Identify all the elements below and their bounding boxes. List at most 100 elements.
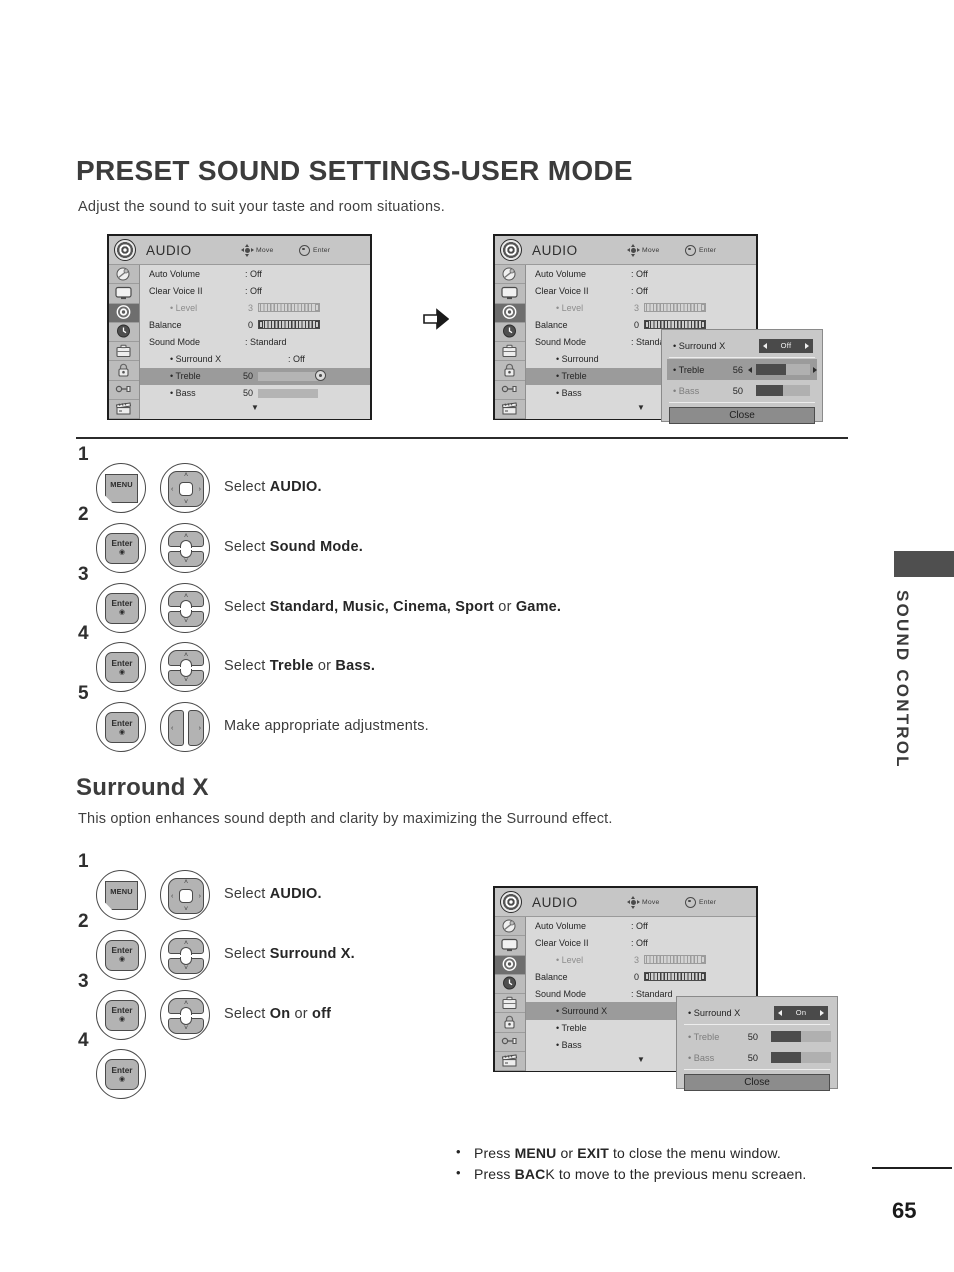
chevron-up-icon[interactable]: ˄ <box>184 533 188 540</box>
level-scale-bar[interactable] <box>258 320 320 330</box>
osd-rail-usb-clapper-icon[interactable] <box>109 400 139 419</box>
osd-row[interactable]: Sound Mode: Standard <box>140 333 370 350</box>
osd-row[interactable]: • Level 3 <box>526 299 756 316</box>
chevron-down-icon[interactable]: ˅ <box>184 906 188 913</box>
osd-rail-lock-padlock-icon[interactable] <box>109 361 139 381</box>
remote-button-menu[interactable]: MENU <box>96 463 146 513</box>
osd-rail-picture-tv-icon[interactable] <box>495 284 525 304</box>
menu-button[interactable]: MENU <box>105 881 138 910</box>
remote-button-enter[interactable]: Enter ◉ <box>96 989 146 1040</box>
chevron-right-icon[interactable] <box>805 342 809 349</box>
value-slider-knob[interactable] <box>315 370 326 382</box>
osd-rail-time-clock-icon[interactable] <box>109 323 139 342</box>
osd-rail-setup-antenna-icon[interactable] <box>495 265 525 285</box>
chevron-up-icon[interactable]: ˄ <box>184 1000 188 1007</box>
value-slider[interactable] <box>258 388 318 398</box>
osd-rail-audio-speaker-icon[interactable] <box>495 955 525 975</box>
popup-row-treble[interactable]: • Treble 50 <box>682 1026 832 1047</box>
chevron-left-icon[interactable]: ‹ <box>171 486 173 493</box>
nav-pad-up-down[interactable]: ˄ ˅ <box>168 590 204 627</box>
chevron-right-icon[interactable]: › <box>199 725 201 732</box>
popup-close-button[interactable]: Close <box>669 407 815 424</box>
remote-nav-pad[interactable]: ˄ ˅ <box>160 642 210 693</box>
chevron-down-icon[interactable]: ˅ <box>184 558 188 565</box>
remote-button-enter[interactable]: Enter ◉ <box>96 522 146 573</box>
treble-dec-icon[interactable] <box>748 366 752 373</box>
osd-row[interactable]: Auto Volume: Off <box>140 265 370 282</box>
enter-button[interactable]: Enter ◉ <box>105 712 139 744</box>
osd-row[interactable]: Balance 0 <box>526 968 756 985</box>
chevron-up-icon[interactable]: ˄ <box>184 879 188 886</box>
enter-button[interactable]: Enter ◉ <box>105 592 139 624</box>
enter-button[interactable]: Enter ◉ <box>105 532 139 564</box>
popup-row-bass[interactable]: • Bass 50 <box>667 380 817 401</box>
bass-slider[interactable] <box>771 1052 831 1063</box>
enter-button[interactable]: Enter ◉ <box>105 939 139 971</box>
osd-row[interactable]: Clear Voice II: Off <box>140 282 370 299</box>
osd-rail-lock-padlock-icon[interactable] <box>495 361 525 381</box>
osd-row[interactable]: Clear Voice II: Off <box>526 282 756 299</box>
osd-row[interactable]: • Surround X: Off <box>140 350 370 367</box>
value-slider[interactable] <box>258 370 326 382</box>
chevron-up-icon[interactable]: ˄ <box>184 940 188 947</box>
remote-nav-pad[interactable]: ˄ ˅ <box>160 522 210 573</box>
enter-button[interactable]: Enter ◉ <box>105 1059 139 1091</box>
osd-rail-usb-clapper-icon[interactable] <box>495 400 525 419</box>
level-scale-bar[interactable] <box>644 972 706 982</box>
osd-rail-input-plug-icon[interactable] <box>495 381 525 400</box>
osd-row[interactable]: • Treble 50 <box>140 367 370 385</box>
nav-pad-up-down[interactable]: ˄ ˅ <box>168 937 204 974</box>
chevron-down-icon[interactable]: ˅ <box>184 499 188 506</box>
enter-button[interactable]: Enter ◉ <box>105 652 139 684</box>
remote-nav-pad[interactable]: ˄ ˅ <box>160 989 210 1040</box>
popup-row-bass[interactable]: • Bass 50 <box>682 1047 832 1068</box>
osd-rail-audio-speaker-icon[interactable] <box>495 303 525 323</box>
level-scale-bar[interactable] <box>258 303 320 313</box>
osd-row[interactable]: Auto Volume: Off <box>526 917 756 934</box>
osd-row[interactable]: • Level 3 <box>526 951 756 968</box>
nav-pad-up-down[interactable]: ˄ ˅ <box>168 530 204 567</box>
chevron-left-icon[interactable]: ‹ <box>171 893 173 900</box>
osd-rail-usb-clapper-icon[interactable] <box>495 1052 525 1071</box>
osd-rail-audio-speaker-icon[interactable] <box>109 303 139 323</box>
osd-row[interactable]: Balance 0 <box>140 316 370 333</box>
nav-pad-up-down[interactable]: ˄ ˅ <box>168 997 204 1034</box>
osd-rail-picture-tv-icon[interactable] <box>495 936 525 956</box>
bass-slider[interactable] <box>756 385 810 396</box>
nav-pad-left-right[interactable]: ‹ › <box>168 710 204 747</box>
remote-button-enter[interactable]: Enter ◉ <box>96 929 146 980</box>
remote-button-enter[interactable]: Enter ◉ <box>96 642 146 693</box>
osd-row[interactable]: • Level 3 <box>140 299 370 316</box>
remote-nav-pad[interactable]: ˄ ˅ <box>160 582 210 633</box>
remote-nav-pad[interactable]: ˄ ˅ <box>160 929 210 980</box>
osd-rail-setup-antenna-icon[interactable] <box>109 265 139 285</box>
chevron-left-icon[interactable]: ‹ <box>171 725 173 732</box>
remote-button-enter[interactable]: Enter ◉ <box>96 702 146 753</box>
osd-rail-input-plug-icon[interactable] <box>109 381 139 400</box>
osd-rail-input-plug-icon[interactable] <box>495 1033 525 1052</box>
remote-button-enter[interactable]: Enter ◉ <box>96 1049 146 1100</box>
osd-rail-lock-padlock-icon[interactable] <box>495 1013 525 1033</box>
remote-button-enter[interactable]: Enter ◉ <box>96 582 146 633</box>
nav-pad-up-down[interactable]: ˄ ˅ <box>168 650 204 687</box>
popup-row-surround[interactable]: • Surround X Off <box>667 335 817 356</box>
chevron-up-icon[interactable]: ˄ <box>184 593 188 600</box>
treble-inc-icon[interactable] <box>813 366 817 373</box>
chevron-up-icon[interactable]: ˄ <box>184 652 188 659</box>
osd-rail-time-clock-icon[interactable] <box>495 323 525 342</box>
chevron-right-icon[interactable] <box>820 1009 824 1016</box>
chevron-right-icon[interactable]: › <box>199 893 201 900</box>
scroll-down-caret-icon[interactable]: ▼ <box>140 403 370 412</box>
popup-row-surround[interactable]: • Surround X On <box>682 1002 832 1023</box>
osd-rail-time-clock-icon[interactable] <box>495 975 525 994</box>
chevron-down-icon[interactable]: ˅ <box>184 965 188 972</box>
osd-row[interactable]: Clear Voice II: Off <box>526 934 756 951</box>
popup-row-treble[interactable]: • Treble 56 <box>667 359 817 380</box>
osd-rail-picture-tv-icon[interactable] <box>109 284 139 304</box>
osd-rail-option-case-icon[interactable] <box>495 342 525 362</box>
chevron-down-icon[interactable]: ˅ <box>184 677 188 684</box>
treble-slider[interactable] <box>771 1031 831 1042</box>
nav-pad-right[interactable] <box>188 710 204 747</box>
remote-nav-pad[interactable]: ˄ ˅ ‹ › <box>160 870 210 920</box>
osd-row[interactable]: Auto Volume: Off <box>526 265 756 282</box>
